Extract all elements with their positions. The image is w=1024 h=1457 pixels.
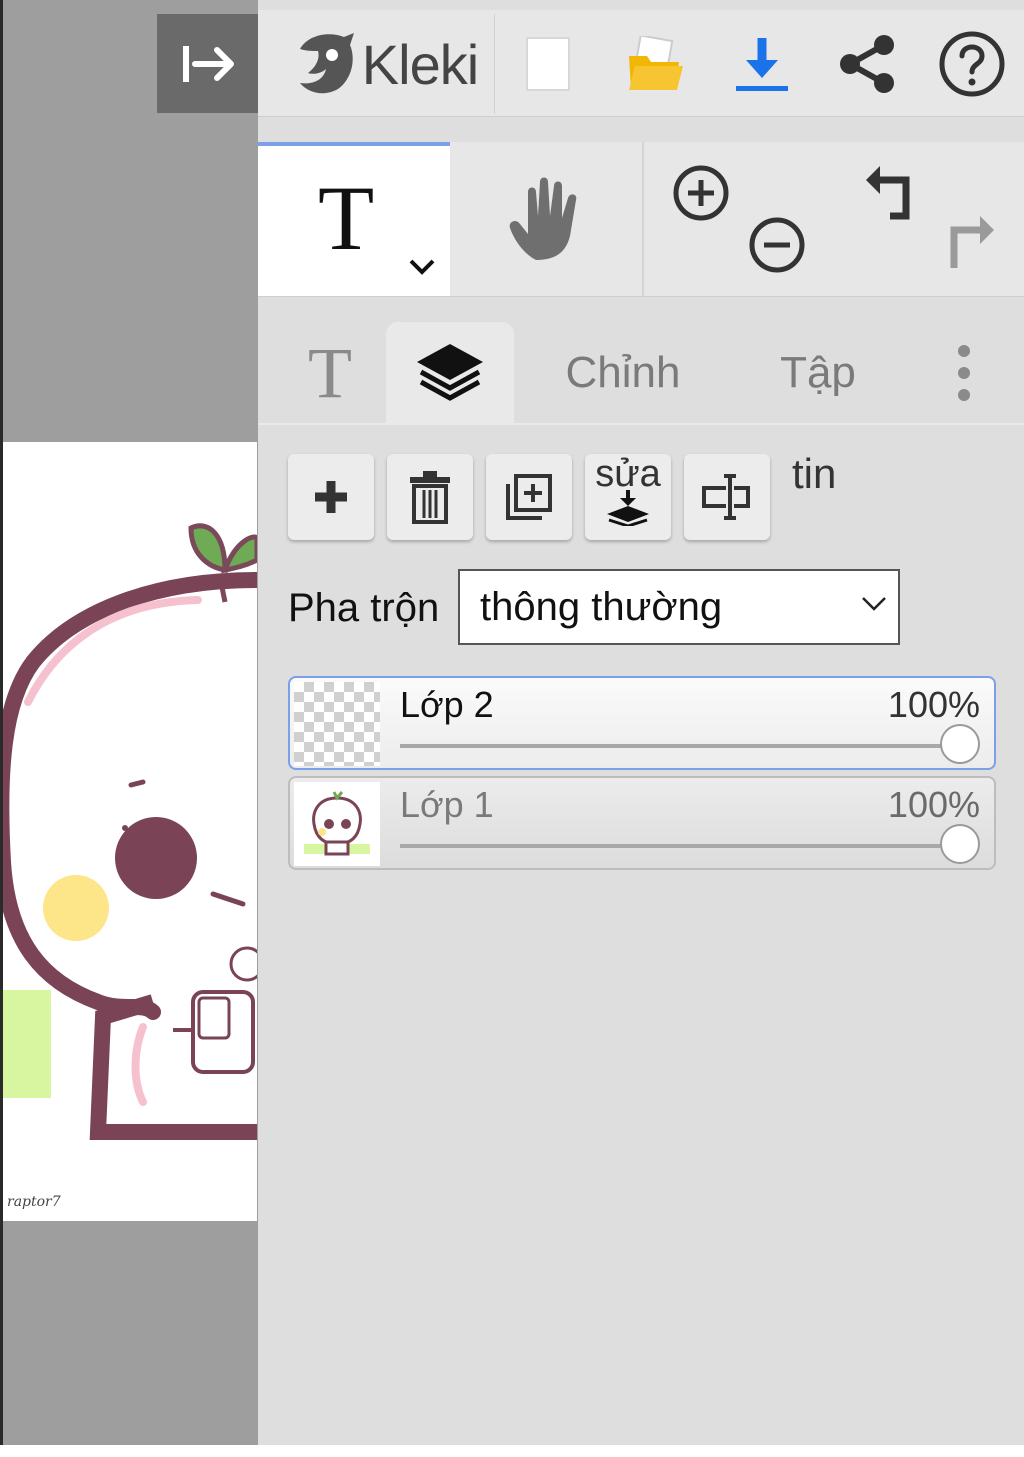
duplicate-icon xyxy=(506,474,552,520)
collapse-right-icon xyxy=(183,45,234,82)
hand-tool-icon xyxy=(509,177,577,260)
layers-icon xyxy=(417,344,483,401)
open-folder-icon xyxy=(629,36,683,90)
tool-divider xyxy=(642,142,644,296)
new-image-button[interactable] xyxy=(508,14,588,114)
chevron-down-icon xyxy=(862,597,886,611)
canvas-artwork: raptor7 xyxy=(3,523,257,1210)
layer-opacity-value: 100% xyxy=(887,684,980,725)
tabs-underline xyxy=(258,423,1024,425)
kleki-logo-icon xyxy=(299,33,354,94)
opacity-slider-fill xyxy=(400,744,960,748)
tab-edit-label: Chỉnh xyxy=(565,348,681,397)
tool-row: T xyxy=(258,142,1024,297)
tab-edit[interactable]: Chỉnh xyxy=(548,322,698,424)
kleki-logo[interactable]: Kleki xyxy=(280,14,492,114)
share-icon xyxy=(840,35,894,93)
hand-tool-button[interactable] xyxy=(450,142,642,296)
help-button[interactable] xyxy=(930,14,1014,114)
merge-button-label: sửa xyxy=(595,453,661,495)
tab-file[interactable]: Tập xyxy=(758,322,878,424)
collapse-panel-button[interactable] xyxy=(157,14,261,113)
layer-item[interactable]: Lớp 1 100% xyxy=(288,776,996,870)
merge-down-icon xyxy=(607,490,649,526)
rename-layer-button[interactable] xyxy=(684,454,770,540)
help-icon xyxy=(939,31,1005,97)
opacity-slider-fill xyxy=(400,844,960,848)
rename-icon xyxy=(702,474,750,520)
opacity-slider[interactable] xyxy=(400,824,980,864)
layer-name: Lớp 1 xyxy=(400,784,494,825)
opacity-slider[interactable] xyxy=(400,724,980,764)
layer-name: Lớp 2 xyxy=(400,684,494,725)
opacity-slider-handle[interactable] xyxy=(940,724,980,764)
tab-file-label: Tập xyxy=(780,348,856,397)
blend-mode-value: thông thường xyxy=(480,584,723,629)
panel-tabs: T Chỉnh Tập xyxy=(258,322,1024,424)
text-tool-button[interactable]: T xyxy=(258,142,450,296)
merge-layer-button[interactable]: sửa xyxy=(585,454,671,540)
trash-icon xyxy=(410,471,450,524)
opacity-slider-handle[interactable] xyxy=(940,824,980,864)
text-tool-icon: T xyxy=(318,167,375,269)
add-layer-button[interactable] xyxy=(288,454,374,540)
top-bar: Kleki xyxy=(258,10,1024,117)
app-name: Kleki xyxy=(361,32,479,96)
new-image-icon xyxy=(526,37,570,91)
text-tab-icon: T xyxy=(308,332,352,413)
tab-text[interactable]: T xyxy=(280,322,380,424)
plus-icon xyxy=(315,481,347,513)
duplicate-layer-button[interactable] xyxy=(486,454,572,540)
layer-thumbnail xyxy=(294,782,380,866)
layer-thumbnail xyxy=(294,682,380,766)
toolbar-divider xyxy=(494,14,495,114)
bottom-strip xyxy=(0,1445,1024,1457)
layer-info-label[interactable]: tin xyxy=(792,450,836,498)
chevron-down-icon[interactable] xyxy=(408,258,436,276)
drawing-canvas[interactable]: raptor7 xyxy=(3,442,257,1221)
zoom-in-icon[interactable] xyxy=(672,164,730,222)
download-icon xyxy=(736,38,788,91)
share-button[interactable] xyxy=(826,14,910,114)
undo-icon[interactable] xyxy=(862,164,920,222)
layer-item[interactable]: Lớp 2 100% xyxy=(288,676,996,770)
tab-more[interactable] xyxy=(934,322,994,424)
layer-opacity-value: 100% xyxy=(887,784,980,825)
zoom-out-icon[interactable] xyxy=(748,216,806,274)
download-button[interactable] xyxy=(720,14,804,114)
blend-mode-label: Pha trộn xyxy=(288,586,440,630)
tab-layers[interactable] xyxy=(386,322,514,424)
open-file-button[interactable] xyxy=(614,14,698,114)
side-panel: Kleki T T Chỉnh Tập sửa tin Pha trộn thô… xyxy=(258,0,1024,1445)
redo-icon[interactable] xyxy=(940,214,998,272)
more-vertical-icon xyxy=(958,345,970,401)
layer-thumbnail-image xyxy=(304,791,370,856)
canvas-signature: raptor7 xyxy=(7,1194,61,1210)
delete-layer-button[interactable] xyxy=(387,454,473,540)
blend-mode-select[interactable]: thông thường xyxy=(458,569,900,645)
